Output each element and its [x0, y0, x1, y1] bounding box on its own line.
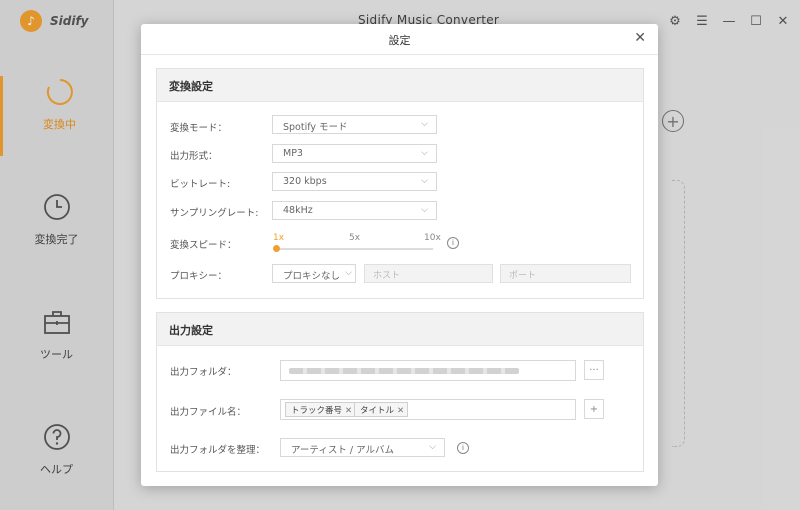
section-header: 変換設定	[157, 69, 643, 102]
bitrate-select[interactable]: 320 kbps ⌵	[272, 172, 437, 191]
proxy-label: プロキシー：	[170, 271, 228, 282]
folder-path-obscured	[289, 368, 519, 374]
info-icon[interactable]: i	[457, 442, 469, 454]
proxy-select[interactable]: プロキシなし ⌵	[272, 264, 356, 283]
bitrate-label: ビットレート:	[170, 179, 231, 190]
proxy-port-input[interactable]: ポート	[500, 264, 631, 283]
filename-tag-title[interactable]: タイトル ✕	[354, 402, 409, 417]
chevron-down-icon: ⌵	[421, 148, 428, 158]
output-filename-label: 出力ファイル名：	[170, 407, 247, 418]
proxy-value: プロキシなし	[283, 271, 341, 282]
section-header: 出力設定	[157, 313, 643, 346]
output-folder-label: 出力フォルダ：	[170, 367, 237, 378]
speed-slider-thumb[interactable]	[273, 245, 280, 252]
speed-slider-track[interactable]	[275, 248, 433, 250]
port-placeholder: ポート	[509, 271, 537, 281]
proxy-host-input[interactable]: ホスト	[364, 264, 493, 283]
organize-select[interactable]: アーティスト / アルバム ⌵	[280, 438, 445, 457]
tag-label: タイトル	[360, 406, 395, 416]
samplerate-label: サンプリングレート:	[170, 208, 259, 219]
chevron-down-icon: ⌵	[421, 205, 428, 215]
output-folder-input[interactable]	[280, 360, 576, 381]
info-icon[interactable]: i	[447, 237, 459, 249]
chevron-down-icon: ⌵	[421, 119, 428, 129]
chevron-down-icon: ⌵	[345, 268, 352, 278]
chevron-down-icon: ⌵	[421, 176, 428, 186]
format-value: MP3	[283, 148, 303, 159]
speed-tick-5x: 5x	[349, 233, 361, 243]
filename-tag-track-number[interactable]: トラック番号 ✕	[285, 402, 357, 417]
mode-select[interactable]: Spotify モード ⌵	[272, 115, 437, 134]
close-icon[interactable]: ✕	[634, 30, 646, 46]
bitrate-value: 320 kbps	[283, 176, 327, 187]
organize-value: アーティスト / アルバム	[291, 445, 395, 456]
speed-tick-1x: 1x	[273, 233, 285, 243]
samplerate-value: 48kHz	[283, 205, 313, 216]
speed-tick-10x: 10x	[424, 233, 441, 243]
mode-value: Spotify モード	[283, 122, 348, 133]
browse-button[interactable]: ···	[584, 360, 604, 380]
tag-remove-icon[interactable]: ✕	[397, 406, 404, 416]
section-title: 出力設定	[169, 324, 213, 337]
output-filename-input[interactable]: トラック番号 ✕ タイトル ✕	[280, 399, 576, 420]
section-title: 変換設定	[169, 80, 213, 93]
tag-remove-icon[interactable]: ✕	[345, 406, 352, 416]
chevron-down-icon: ⌵	[429, 442, 436, 452]
samplerate-select[interactable]: 48kHz ⌵	[272, 201, 437, 220]
format-select[interactable]: MP3 ⌵	[272, 144, 437, 163]
dialog-title: 設定	[388, 34, 411, 47]
dialog-header: 設定 ✕	[141, 24, 658, 55]
format-label: 出力形式：	[170, 151, 218, 162]
speed-label: 変換スピード：	[170, 240, 237, 251]
mode-label: 変換モード：	[170, 123, 228, 134]
host-placeholder: ホスト	[373, 271, 401, 281]
organize-label: 出力フォルダを整理：	[170, 445, 266, 456]
add-tag-button[interactable]: +	[584, 399, 604, 419]
tag-label: トラック番号	[291, 406, 343, 416]
